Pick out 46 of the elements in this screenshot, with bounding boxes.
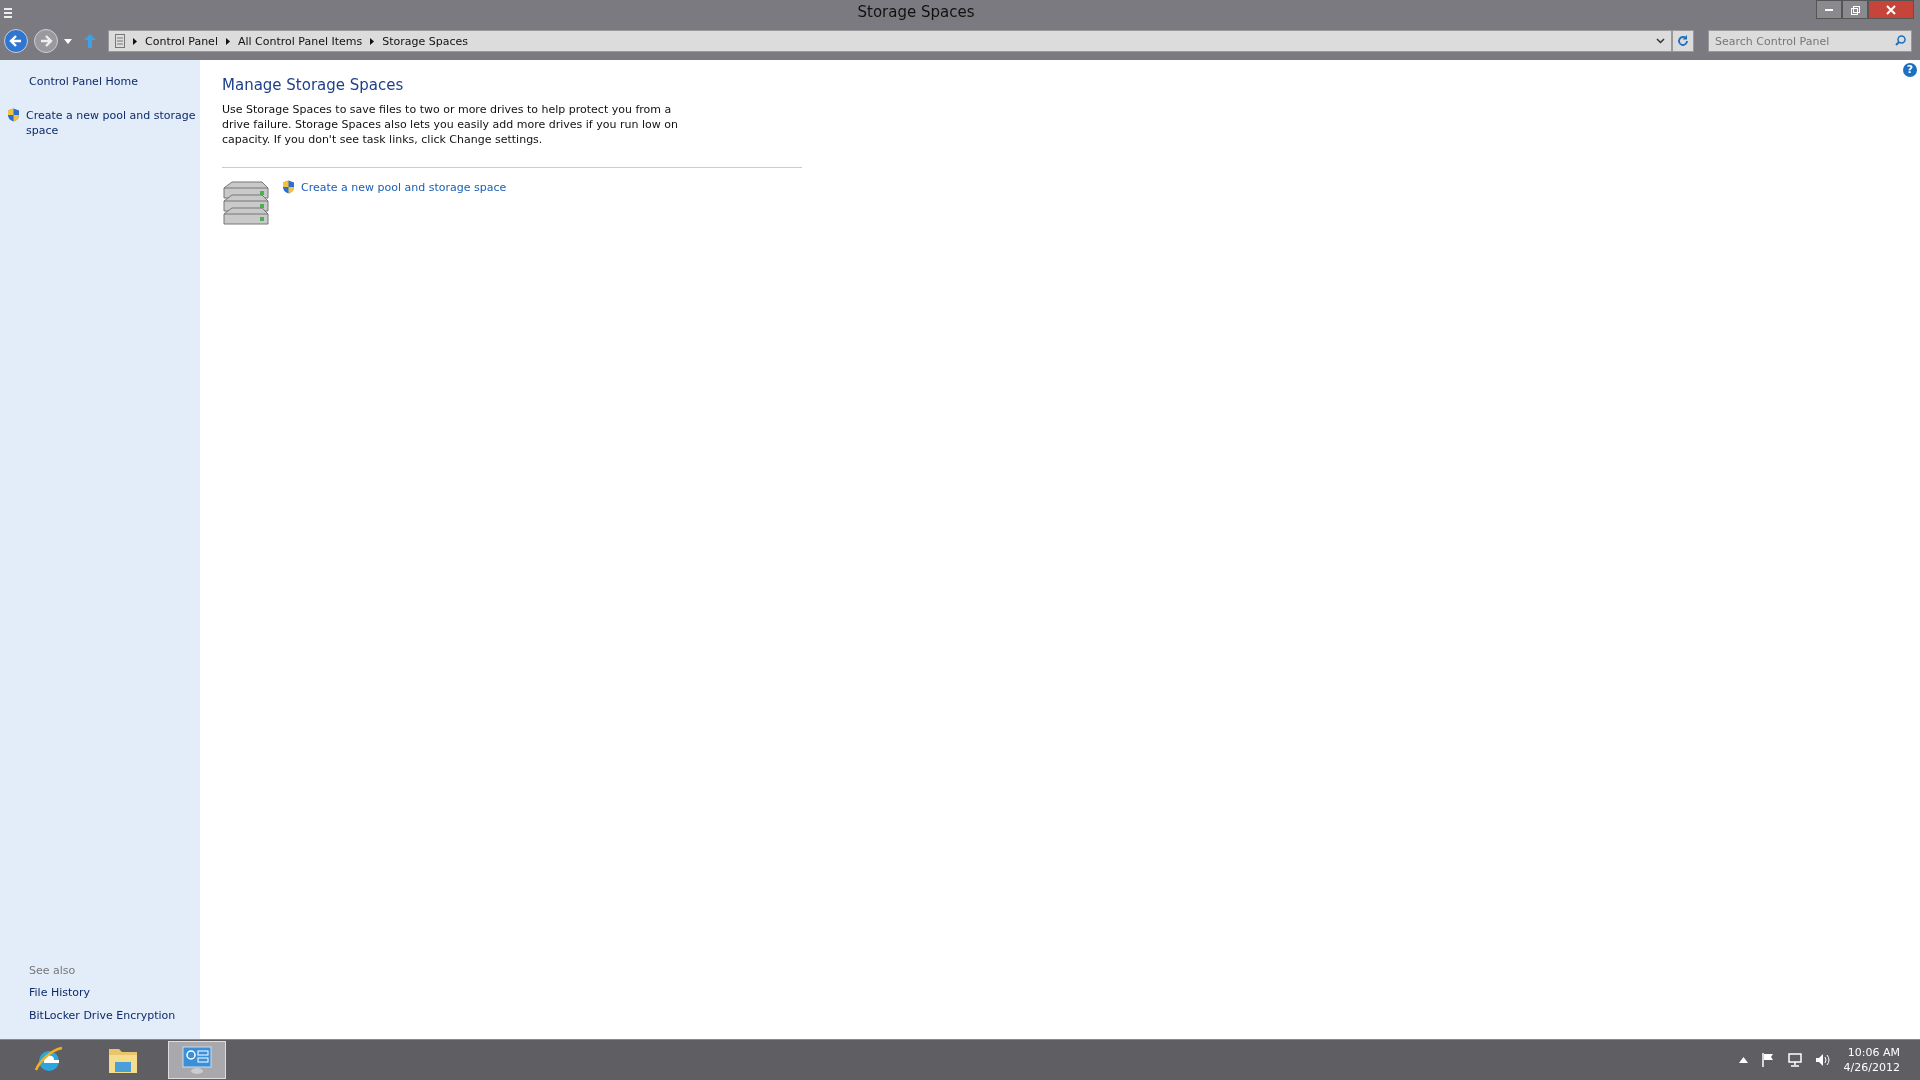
refresh-button[interactable]: [1672, 30, 1694, 52]
search-icon[interactable]: [1895, 35, 1906, 46]
close-icon: [1886, 4, 1896, 15]
speaker-icon[interactable]: [1815, 1054, 1830, 1066]
restore-button[interactable]: [1842, 0, 1868, 19]
control-panel-home-link[interactable]: Control Panel Home: [29, 74, 138, 89]
description-text: Use Storage Spaces to save files to two or more drives to help protect you from a drive failure. Storage Spaces also lets you easily add more drives if you run low on capacity. If you don't see task links, click Change settings.: [222, 102, 679, 147]
breadcrumb[interactable]: Storage Spaces: [382, 34, 469, 48]
forward-button[interactable]: [34, 29, 58, 53]
shield-icon: [282, 180, 295, 194]
clock-date: 4/26/2012: [1843, 1060, 1900, 1075]
see-also-heading: See also: [29, 964, 77, 977]
help-button[interactable]: ?: [1903, 63, 1917, 77]
network-icon[interactable]: [1787, 1053, 1802, 1067]
window-title: Storage Spaces: [857, 3, 975, 21]
minimize-icon: [1825, 8, 1833, 11]
see-also-link[interactable]: File History: [29, 985, 200, 1000]
control-panel-icon: [181, 1045, 213, 1075]
close-button[interactable]: [1868, 0, 1914, 19]
clock-time: 10:06 AM: [1847, 1045, 1900, 1060]
chevron-icon[interactable]: [225, 37, 230, 45]
show-hidden-icons-icon[interactable]: [1738, 1057, 1748, 1063]
refresh-icon: [1677, 35, 1689, 47]
task-link[interactable]: Create a new pool and storage space: [301, 180, 507, 195]
restore-icon: [1850, 4, 1860, 15]
back-arrow-icon: [9, 34, 23, 48]
flag-icon[interactable]: [1761, 1053, 1774, 1067]
task-link[interactable]: Create a new pool and storage space: [26, 108, 200, 138]
breadcrumb[interactable]: Control Panel: [145, 34, 218, 48]
see-also-link[interactable]: BitLocker Drive Encryption: [29, 1008, 200, 1023]
recent-pages-icon[interactable]: [64, 38, 72, 44]
breadcrumb[interactable]: All Control Panel Items: [237, 34, 363, 48]
page-heading: Manage Storage Spaces: [222, 76, 405, 94]
menu-icon[interactable]: [4, 8, 12, 18]
dropdown-icon[interactable]: [1656, 38, 1665, 44]
back-button[interactable]: [4, 29, 28, 53]
control-panel-icon: [115, 34, 125, 48]
forward-arrow-icon: [39, 34, 53, 48]
minimize-button[interactable]: [1816, 0, 1842, 19]
drive-stack-icon: [222, 180, 270, 228]
chevron-icon[interactable]: [133, 37, 137, 45]
clock[interactable]: 10:06 AM 4/26/2012: [1843, 1045, 1900, 1075]
chevron-icon[interactable]: [370, 37, 375, 45]
search-field[interactable]: Search Control Panel: [1708, 30, 1912, 52]
address-bar[interactable]: Control Panel All Control Panel Items Storage Spaces: [108, 30, 1672, 52]
shield-icon: [7, 108, 20, 122]
